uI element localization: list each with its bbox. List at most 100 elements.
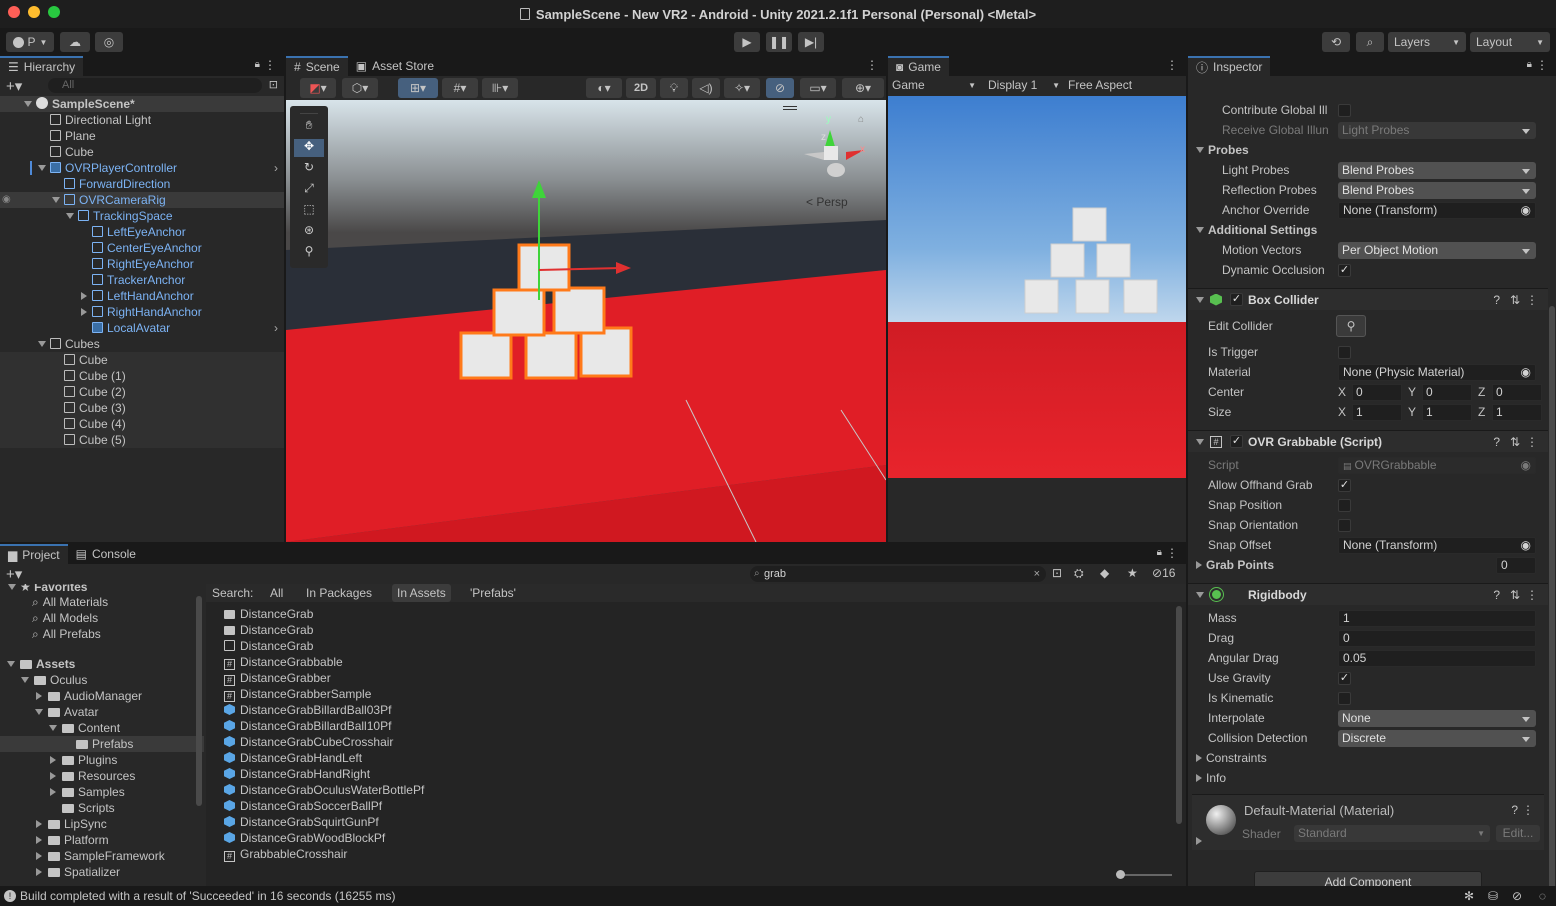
foldout-open-icon[interactable] [66, 213, 74, 219]
icon-size-slider[interactable] [1116, 870, 1172, 879]
hierarchy-search-input[interactable]: All [48, 78, 262, 93]
additional-settings-header[interactable]: Additional Settings [1188, 220, 1548, 240]
create-asset-icon[interactable]: +▾ [6, 565, 22, 583]
tab-hierarchy[interactable]: ☰ Hierarchy [0, 56, 84, 76]
hand-tool[interactable]: ✋︎ [294, 118, 324, 136]
inspector-scrollbar[interactable] [1549, 306, 1555, 886]
contribute-gi-checkbox[interactable] [1338, 103, 1351, 117]
hierarchy-item[interactable]: Directional Light [0, 112, 284, 128]
shading-dropdown[interactable]: ◐ ▾ [586, 78, 622, 98]
chevron-right-icon[interactable]: › [274, 320, 278, 336]
hierarchy-item[interactable]: OVRPlayerController › [0, 160, 284, 176]
foldout-closed-icon[interactable] [81, 308, 87, 316]
scene-lock-icon[interactable]: ⌂ [858, 114, 864, 125]
asset-item[interactable]: DistanceGrabWoodBlockPf [224, 830, 1164, 846]
hierarchy-item[interactable]: OVRCameraRig ◉ [0, 192, 284, 208]
component-menu-icon[interactable]: ⋮ [1526, 588, 1538, 602]
tab-inspector[interactable]: ⓘ Inspector [1188, 56, 1271, 76]
light-probes-dropdown[interactable]: Blend Probes [1338, 161, 1536, 179]
foldout-closed-icon[interactable] [1196, 837, 1202, 845]
hierarchy-item[interactable]: LeftHandAnchor [0, 288, 284, 304]
favorite-item[interactable]: ⌕ All Materials [0, 594, 204, 610]
overlay-drag-icon[interactable] [783, 106, 797, 110]
effects-dropdown[interactable]: ✧ ▾ [724, 78, 760, 98]
asset-item[interactable]: # DistanceGrabberSample [224, 686, 1164, 702]
clear-search-icon[interactable]: × [1034, 566, 1040, 582]
box-collider-header[interactable]: ✓ Box Collider ? ⇅ ⋮ [1188, 288, 1548, 310]
lock-icon[interactable]: 🔒︎ [1527, 59, 1532, 70]
search-filter-icon[interactable]: ⊡ [269, 78, 278, 91]
mass-field[interactable]: 1 [1338, 609, 1536, 627]
asset-item[interactable]: DistanceGrabOculusWaterBottlePf [224, 782, 1164, 798]
hierarchy-item[interactable]: SampleScene* [0, 96, 284, 112]
step-button[interactable]: ▶| [798, 32, 824, 52]
project-search-input[interactable]: ⌕ grab × [750, 566, 1046, 582]
add-component-button[interactable]: Add Component [1254, 871, 1482, 886]
hierarchy-item[interactable]: Cubes [0, 336, 284, 352]
asset-item[interactable]: DistanceGrab [224, 606, 1164, 622]
component-menu-icon[interactable]: ⋮ [1522, 803, 1534, 817]
size-x[interactable]: X1 [1338, 403, 1402, 421]
drag-field[interactable]: 0 [1338, 629, 1536, 647]
rect-tool[interactable]: ⬚ [294, 202, 324, 220]
receive-gi-dropdown[interactable]: Light Probes [1338, 121, 1536, 139]
foldout-closed-icon[interactable] [36, 820, 42, 828]
search-button[interactable]: ⌕ [1356, 32, 1384, 52]
maximize-window-button[interactable] [48, 6, 60, 18]
help-icon[interactable]: ? [1493, 588, 1500, 602]
rotate-tool[interactable]: ↻ [294, 160, 324, 178]
filter-in-assets[interactable]: In Assets [392, 584, 451, 602]
status-message[interactable]: Build completed with a result of 'Succee… [20, 889, 395, 903]
foldout-closed-icon[interactable] [50, 788, 56, 796]
reflection-probes-dropdown[interactable]: Blend Probes [1338, 181, 1536, 199]
asset-item[interactable]: DistanceGrabSoccerBallPf [224, 798, 1164, 814]
minimize-window-button[interactable] [28, 6, 40, 18]
folder-item[interactable]: LipSync [0, 816, 204, 832]
collab-button[interactable]: ◎ [95, 32, 123, 52]
foldout-open-icon[interactable] [52, 197, 60, 203]
asset-item[interactable]: DistanceGrabBillardBall10Pf [224, 718, 1164, 734]
folder-item[interactable]: AudioManager [0, 688, 204, 704]
foldout-closed-icon[interactable] [50, 756, 56, 764]
is-trigger-checkbox[interactable] [1338, 345, 1351, 359]
camera-dropdown[interactable]: ⬡ ▾ [342, 78, 378, 98]
box-collider-enabled-checkbox[interactable]: ✓ [1230, 293, 1243, 306]
foldout-closed-icon[interactable] [50, 772, 56, 780]
foldout-closed-icon[interactable] [36, 692, 42, 700]
grid-snap-dropdown[interactable]: # ▾ [442, 78, 478, 98]
folder-item[interactable]: SampleFramework [0, 848, 204, 864]
move-tool[interactable]: ✥ [294, 139, 324, 157]
asset-item[interactable]: # GrabbableCrosshair [224, 846, 1164, 862]
visibility-eye-icon[interactable]: ◉ [2, 192, 11, 208]
hierarchy-item[interactable]: Cube (1) [0, 368, 284, 384]
cloud-button[interactable]: ☁ [60, 32, 90, 52]
favorite-star-icon[interactable]: ★ [1127, 566, 1138, 580]
probes-header[interactable]: Probes [1188, 140, 1548, 160]
collision-detection-dropdown[interactable]: Discrete [1338, 729, 1536, 747]
auto-generate-icon[interactable]: ⊘ [1512, 889, 1522, 903]
hierarchy-item[interactable]: ForwardDirection [0, 176, 284, 192]
debug-icon[interactable]: ✻ [1464, 889, 1474, 903]
component-menu-icon[interactable]: ⋮ [1526, 293, 1538, 307]
snap-offset-field[interactable]: None (Transform) ◉ [1338, 536, 1536, 554]
more-menu-icon[interactable]: ⋮ [1536, 58, 1548, 72]
object-picker-icon[interactable]: ◉ [1521, 203, 1531, 218]
play-button[interactable]: ▶ [734, 32, 760, 52]
folder-item[interactable]: Platform [0, 832, 204, 848]
display-dropdown[interactable]: Display 1 ▼ [988, 78, 1060, 92]
scene-camera-dropdown[interactable]: ▭ ▾ [800, 78, 836, 98]
asset-item[interactable]: DistanceGrabBillardBall03Pf [224, 702, 1164, 718]
history-button[interactable]: ⟲ [1322, 32, 1350, 52]
filter-all[interactable]: All [270, 586, 283, 600]
size-z[interactable]: Z1 [1478, 403, 1542, 421]
add-icon[interactable]: +▾ [6, 77, 22, 95]
interpolate-dropdown[interactable]: None [1338, 709, 1536, 727]
preset-icon[interactable]: ⇅ [1510, 435, 1520, 449]
constraints-row[interactable]: Constraints [1188, 748, 1548, 768]
physic-material-field[interactable]: None (Physic Material) ◉ [1338, 363, 1536, 381]
chevron-right-icon[interactable]: › [274, 160, 278, 176]
favorite-item[interactable]: ⌕ All Prefabs [0, 626, 204, 642]
tab-asset-store[interactable]: ▣ Asset Store [348, 56, 442, 76]
layers-dropdown[interactable]: Layers ▼ [1388, 32, 1466, 52]
hierarchy-item[interactable]: Cube [0, 144, 284, 160]
